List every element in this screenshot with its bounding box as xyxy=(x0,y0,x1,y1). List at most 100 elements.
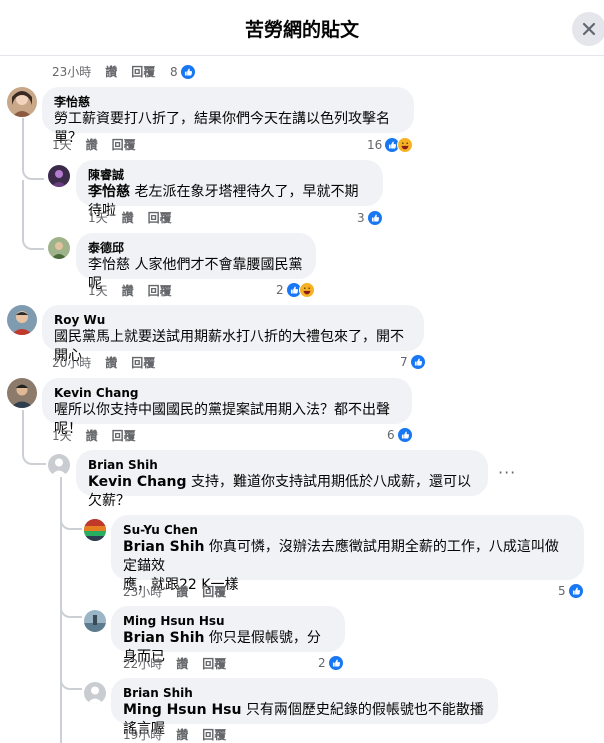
reaction-summary[interactable]: 2 xyxy=(318,655,344,671)
reply-action[interactable]: 回覆 xyxy=(148,211,172,225)
comment-bubble: 泰德邱 李怡慈 人家他們才不會靠腰國民黨呢 xyxy=(76,233,316,292)
comment-time[interactable]: 1天 xyxy=(52,429,72,443)
avatar[interactable] xyxy=(7,378,37,408)
comment-time[interactable]: 1天 xyxy=(88,284,108,298)
comment-author[interactable]: 陳睿誠 xyxy=(88,167,371,183)
comment-meta: 1天讚回覆 xyxy=(52,428,150,444)
comment-author[interactable]: Kevin Chang xyxy=(54,385,400,401)
comment-author[interactable]: Roy Wu xyxy=(54,312,412,328)
like-reaction-icon xyxy=(327,655,344,671)
like-action[interactable]: 讚 xyxy=(86,138,98,152)
comment-author[interactable]: 李怡慈 xyxy=(54,94,402,110)
comment-author[interactable]: Ming Hsun Hsu xyxy=(123,613,333,629)
like-action[interactable]: 讚 xyxy=(105,356,117,370)
comment-time[interactable]: 19小時 xyxy=(123,728,162,742)
dialog-header: 苦勞網的貼文 xyxy=(0,0,604,56)
comment-author[interactable]: Brian Shih xyxy=(123,685,486,701)
like-action[interactable]: 讚 xyxy=(176,728,188,742)
like-action[interactable]: 讚 xyxy=(122,211,134,225)
thread-connector xyxy=(22,150,44,180)
avatar[interactable] xyxy=(7,305,37,335)
reaction-summary[interactable]: 7 xyxy=(400,354,426,370)
avatar[interactable] xyxy=(48,237,70,259)
comment-time[interactable]: 1天 xyxy=(52,138,72,152)
comment-time[interactable]: 1天 xyxy=(88,211,108,225)
reply-action[interactable]: 回覆 xyxy=(131,356,155,370)
comment-time[interactable]: 20小時 xyxy=(52,356,91,370)
comment-time[interactable]: 23小時 xyxy=(52,65,91,79)
reaction-summary[interactable]: 3 xyxy=(357,210,383,226)
comment-meta: 23小時讚回覆 xyxy=(52,64,169,80)
comment-author[interactable]: Brian Shih xyxy=(88,457,476,473)
like-reaction-icon xyxy=(366,210,383,226)
reply-action[interactable]: 回覆 xyxy=(112,138,136,152)
like-reaction-icon xyxy=(179,64,196,80)
reply-action[interactable]: 回覆 xyxy=(202,728,226,742)
comment-bubble: Brian Shih Kevin Chang 支持，難道你支持試用期低於八成薪，… xyxy=(76,450,488,509)
comment-meta: 1天讚回覆 xyxy=(88,210,186,226)
avatar[interactable] xyxy=(48,165,70,187)
haha-reaction-icon xyxy=(298,282,315,298)
reaction-count: 3 xyxy=(357,211,365,225)
mention-link[interactable]: 李怡慈 xyxy=(88,184,130,200)
thread-connector xyxy=(60,600,82,618)
like-reaction-icon xyxy=(409,354,426,370)
mention-link[interactable]: Kevin Chang xyxy=(88,474,187,490)
reply-action[interactable]: 回覆 xyxy=(112,429,136,443)
mention-link[interactable]: Brian Shih xyxy=(123,539,204,555)
comment-meta: 19小時讚回覆 xyxy=(123,727,240,743)
comment-author[interactable]: 泰德邱 xyxy=(88,240,304,256)
close-icon xyxy=(582,22,596,36)
mention-link[interactable]: Brian Shih xyxy=(123,630,204,646)
mention-link[interactable]: Ming Hsun Hsu xyxy=(123,702,241,718)
reaction-summary[interactable]: 16 xyxy=(367,137,414,153)
like-action[interactable]: 讚 xyxy=(86,429,98,443)
reaction-count: 7 xyxy=(400,355,408,369)
avatar[interactable] xyxy=(84,682,106,704)
like-reaction-icon xyxy=(567,583,584,599)
reply-action[interactable]: 回覆 xyxy=(202,657,226,671)
comment-time[interactable]: 22小時 xyxy=(123,657,162,671)
like-action[interactable]: 讚 xyxy=(122,284,134,298)
reply-action[interactable]: 回覆 xyxy=(131,65,155,79)
avatar[interactable] xyxy=(84,519,106,541)
thread-connector xyxy=(22,218,44,250)
thread-connector xyxy=(60,510,82,530)
comment-text: Kevin Chang 支持，難道你支持試用期低於八成薪，還可以欠薪？ xyxy=(88,474,471,509)
comment-bubble: Su-Yu Chen Brian Shih 你真可憐，沒辦法去應徵試用期全薪的工… xyxy=(111,515,584,593)
comment-time[interactable]: 23小時 xyxy=(123,585,162,599)
reaction-summary[interactable]: 8 xyxy=(170,64,196,80)
comment-meta: 23小時讚回覆 xyxy=(123,584,240,600)
comment-bubble: Brian Shih Ming Hsun Hsu 只有兩個歷史紀錄的假帳號也不能… xyxy=(111,678,498,737)
comment-meta: 1天讚回覆 xyxy=(88,283,186,299)
comment-bubble: Roy Wu 國民黨馬上就要送試用期薪水打八折的大禮包來了，開不開心 xyxy=(42,305,424,364)
reaction-summary[interactable]: 6 xyxy=(387,427,413,443)
like-action[interactable]: 讚 xyxy=(176,585,188,599)
close-button[interactable] xyxy=(572,12,604,46)
reply-action[interactable]: 回覆 xyxy=(148,284,172,298)
like-action[interactable]: 讚 xyxy=(105,65,117,79)
dialog-title: 苦勞網的貼文 xyxy=(244,19,359,41)
reaction-count: 6 xyxy=(387,428,395,442)
haha-reaction-icon xyxy=(397,137,414,153)
comment-bubble: Ming Hsun Hsu Brian Shih 你只是假帳號，分身而已 xyxy=(111,606,345,665)
more-options-icon[interactable]: ··· xyxy=(498,463,516,482)
thread-connector xyxy=(60,672,82,690)
comment-meta: 20小時讚回覆 xyxy=(52,355,169,371)
comment-meta: 1天讚回覆 xyxy=(52,137,150,153)
thread-connector xyxy=(22,440,46,465)
reaction-summary[interactable]: 2 xyxy=(276,282,315,298)
like-action[interactable]: 讚 xyxy=(176,657,188,671)
comment-bubble: 陳睿誠 李怡慈 老左派在象牙塔裡待久了，早就不期待啦 xyxy=(76,160,383,219)
thread-line xyxy=(22,180,24,220)
reaction-count: 16 xyxy=(367,138,383,152)
reaction-summary[interactable]: 5 xyxy=(558,583,584,599)
comment-bubble: Kevin Chang 喔所以你支持中國國民的黨提案試用期入法？都不出聲呢！ xyxy=(42,378,412,437)
avatar[interactable] xyxy=(7,87,37,117)
avatar[interactable] xyxy=(84,610,106,632)
like-reaction-icon xyxy=(396,427,413,443)
avatar[interactable] xyxy=(48,454,70,476)
reply-action[interactable]: 回覆 xyxy=(202,585,226,599)
mention-link[interactable]: 李怡慈 xyxy=(88,257,130,273)
comment-author[interactable]: Su-Yu Chen xyxy=(123,522,572,538)
